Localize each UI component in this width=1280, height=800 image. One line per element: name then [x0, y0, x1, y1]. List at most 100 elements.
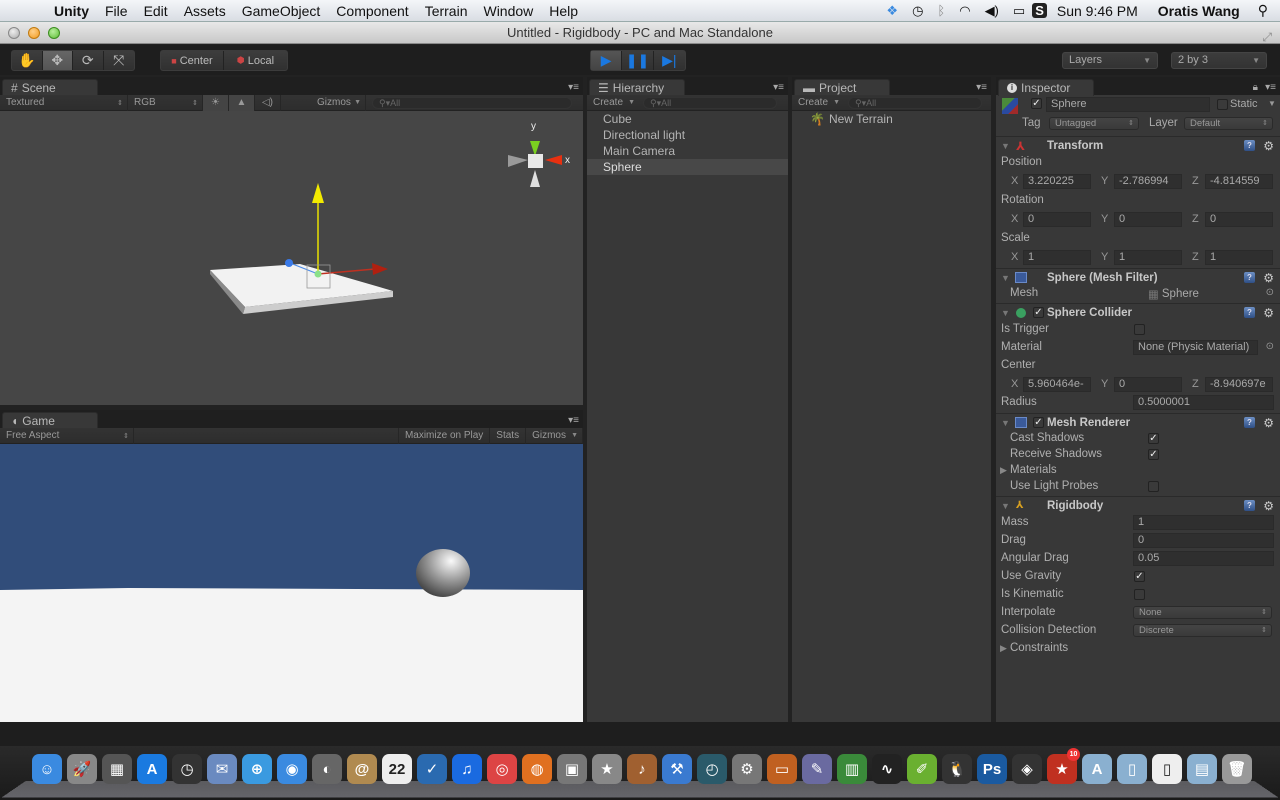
position-z-field[interactable]: -4.814559 [1205, 174, 1273, 189]
z-handle-icon[interactable] [285, 259, 293, 267]
menu-app-unity[interactable]: Unity [46, 3, 97, 19]
hierarchy-item-main-camera[interactable]: Main Camera [587, 143, 788, 159]
window-zoom-button[interactable] [48, 27, 60, 39]
object-picker-icon[interactable]: ⊙ [1266, 341, 1274, 352]
object-name-input[interactable]: Sphere [1046, 97, 1210, 112]
collapse-triangle-icon[interactable]: ▼ [1001, 273, 1010, 283]
center-y-field[interactable]: 0 [1114, 377, 1182, 392]
gizmo-center-cube[interactable] [528, 154, 543, 168]
qq-icon[interactable]: 🐧 [942, 754, 972, 784]
keynote-icon[interactable]: ▭ [767, 754, 797, 784]
gear-icon[interactable]: ⚙ [1263, 271, 1274, 285]
tag-dropdown[interactable]: Untagged ⇕ [1049, 117, 1139, 130]
bluetooth-icon[interactable]: ᛒ [930, 3, 952, 18]
pause-button[interactable]: ❚❚ [622, 51, 654, 70]
hierarchy-item-cube[interactable]: Cube [587, 111, 788, 127]
mesh-renderer-header[interactable]: ▼ ✓ Mesh Renderer ? ⚙ [996, 413, 1280, 431]
mesh-filter-header[interactable]: ▼ Sphere (Mesh Filter) ? ⚙ [996, 268, 1280, 286]
gear-icon[interactable]: ⚙ [1263, 416, 1274, 430]
gizmo-negy-cone[interactable] [530, 170, 540, 187]
mission-control-icon[interactable]: ▦ [102, 754, 132, 784]
tab-inspector[interactable]: i Inspector [998, 79, 1094, 96]
battery-icon[interactable]: ▭ [1006, 3, 1032, 19]
applications-folder-icon[interactable]: A [1082, 754, 1112, 784]
position-x-field[interactable]: 3.220225 [1023, 174, 1091, 189]
documents-folder-icon[interactable]: ▯ [1117, 754, 1147, 784]
collision-detection-dropdown[interactable]: Discrete ⇕ [1133, 624, 1272, 637]
dropbox-icon[interactable]: ❖ [879, 3, 905, 19]
itunes-icon[interactable]: ♫ [452, 754, 482, 784]
hierarchy-search-input[interactable]: ⚲▾All [643, 96, 777, 109]
script-editor-icon[interactable]: ✎ [802, 754, 832, 784]
layer-dropdown[interactable]: Default ⇕ [1184, 117, 1273, 130]
help-icon[interactable]: ? [1244, 140, 1255, 151]
reminders-icon[interactable]: ✓ [417, 754, 447, 784]
center-x-field[interactable]: 5.960464e- [1023, 377, 1091, 392]
panel-menu-icon[interactable]: ▾≡ [773, 82, 784, 93]
ical-icon[interactable]: 22 [382, 754, 412, 784]
rigidbody-header[interactable]: ▼ ⅄ Rigidbody ? ⚙ [996, 496, 1280, 514]
object-picker-icon[interactable]: ⊙ [1266, 287, 1274, 298]
menubar-clock[interactable]: Sun 9:46 PM [1047, 3, 1148, 19]
center-z-field[interactable]: -8.940697e [1205, 377, 1273, 392]
stats-toggle[interactable]: Stats [490, 427, 527, 444]
garageband-icon[interactable]: ♪ [627, 754, 657, 784]
help-icon[interactable]: ? [1244, 500, 1255, 511]
hierarchy-item-directional-light[interactable]: Directional light [587, 127, 788, 143]
menu-component[interactable]: Component [328, 3, 416, 19]
hand-tool-icon[interactable]: ✋ [12, 51, 43, 70]
gizmo-negx-cone[interactable] [508, 155, 528, 167]
ichat-icon[interactable]: ◉ [277, 754, 307, 784]
angular-drag-field[interactable]: 0.05 [1133, 551, 1274, 566]
static-dropdown-icon[interactable]: ▼ [1268, 99, 1276, 108]
help-icon[interactable]: ? [1244, 307, 1255, 318]
mesh-renderer-enabled-checkbox[interactable]: ✓ [1033, 417, 1044, 428]
system-preferences-icon[interactable]: ⚙ [732, 754, 762, 784]
audio-toggle[interactable]: ◁) [255, 94, 281, 111]
use-gravity-checkbox[interactable]: ✓ [1134, 571, 1145, 582]
move-tool-icon[interactable]: ✥ [42, 51, 73, 70]
address-book-icon[interactable]: @ [347, 754, 377, 784]
tab-scene[interactable]: # Scene [2, 79, 98, 96]
time-machine-icon[interactable]: ◷ [905, 3, 930, 19]
constraints-foldout[interactable]: Constraints [1010, 642, 1068, 654]
hierarchy-create-dropdown[interactable]: Create ▼ [587, 95, 639, 111]
step-button[interactable]: ▶| [654, 51, 685, 70]
project-item-new-terrain[interactable]: 🌴 New Terrain [792, 111, 991, 127]
gizmo-x-cone[interactable] [545, 155, 562, 165]
collapse-triangle-icon[interactable]: ▼ [1001, 308, 1010, 318]
gear-icon[interactable]: ⚙ [1263, 499, 1274, 513]
aspect-dropdown[interactable]: Free Aspect ⇕ [0, 427, 134, 444]
scene-search-input[interactable]: ⚲▾All [372, 96, 572, 109]
hierarchy-item-sphere[interactable]: Sphere [587, 159, 788, 175]
firefox-icon[interactable]: ◍ [522, 754, 552, 784]
lighting-toggle[interactable]: ☀ [203, 94, 229, 111]
menu-window[interactable]: Window [475, 3, 541, 19]
xcode-icon[interactable]: ⚒ [662, 754, 692, 784]
is-kinematic-checkbox[interactable] [1134, 589, 1145, 600]
physic-material-field[interactable]: None (Physic Material) [1133, 340, 1258, 355]
gear-icon[interactable]: ⚙ [1263, 139, 1274, 153]
imovie-icon[interactable]: ★ [592, 754, 622, 784]
file-icon[interactable]: ▯ [1152, 754, 1182, 784]
radius-field[interactable]: 0.5000001 [1133, 395, 1274, 410]
is-trigger-checkbox[interactable] [1134, 324, 1145, 335]
sphere-collider-header[interactable]: ▼ ✓ Sphere Collider ? ⚙ [996, 303, 1280, 321]
scene-viewport[interactable]: y x [0, 111, 583, 405]
play-button[interactable]: ▶ [591, 51, 623, 70]
expand-triangle-icon[interactable]: ▶ [1000, 465, 1007, 476]
safari-icon[interactable]: ⊕ [242, 754, 272, 784]
game-viewport[interactable] [0, 444, 583, 722]
menu-file[interactable]: File [97, 3, 136, 19]
game-gizmos-dropdown[interactable]: Gizmos ▼ [526, 427, 583, 444]
scene-gizmos-dropdown[interactable]: Gizmos ▼ [311, 94, 366, 111]
rotation-z-field[interactable]: 0 [1205, 212, 1273, 227]
pivot-center-button[interactable]: ■ Center [161, 51, 225, 70]
photoshop-icon[interactable]: Ps [977, 754, 1007, 784]
window-close-button[interactable] [8, 27, 20, 39]
downloads-folder-icon[interactable]: ▤ [1187, 754, 1217, 784]
scene-orientation-gizmo[interactable]: y x [508, 121, 570, 187]
layout-dropdown[interactable]: 2 by 3 ▼ [1171, 52, 1267, 69]
expand-triangle-icon[interactable]: ▶ [1000, 643, 1007, 654]
panel-menu-icon[interactable]: ▾≡ [568, 415, 579, 426]
